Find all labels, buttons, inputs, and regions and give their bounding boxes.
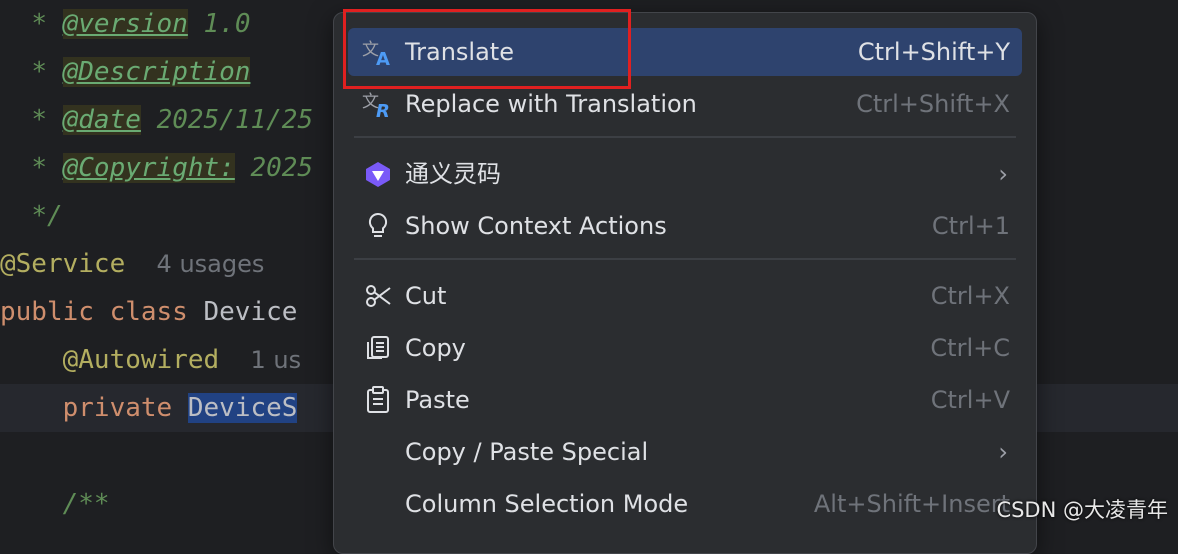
menu-shortcut: Ctrl+C xyxy=(930,334,1010,362)
selected-text: DeviceS xyxy=(187,393,298,423)
svg-text:R: R xyxy=(376,101,390,119)
menu-shortcut: Ctrl+1 xyxy=(931,212,1010,240)
code-line-comment-end: */ xyxy=(31,201,63,231)
usages-hint[interactable]: 4 usages xyxy=(157,250,265,278)
scissors-icon xyxy=(362,280,394,312)
lightbulb-icon xyxy=(362,210,394,242)
code-line-class-decl: public class Device xyxy=(0,297,298,327)
highlight-annotation-box xyxy=(343,9,631,89)
watermark: CSDN @大凌青年 xyxy=(996,498,1168,522)
menu-label: Copy / Paste Special xyxy=(405,438,649,466)
context-menu: 文A Translate Ctrl+Shift+Y 文R Replace wit… xyxy=(333,12,1037,554)
menu-shortcut: Ctrl+Shift+X xyxy=(856,90,1010,118)
menu-label: Copy xyxy=(405,334,466,362)
copy-icon xyxy=(362,332,394,364)
menu-shortcut: Ctrl+Shift+Y xyxy=(857,38,1010,66)
code-line-version: * @version 1.0 xyxy=(31,9,251,39)
code-line-javadoc: /** xyxy=(62,489,110,519)
menu-label: Column Selection Mode xyxy=(405,490,689,518)
code-line-service: @Service 4 usages xyxy=(0,249,265,279)
menu-item-show-context-actions[interactable]: Show Context Actions Ctrl+1 xyxy=(348,202,1022,250)
chevron-right-icon: › xyxy=(998,160,1008,188)
menu-item-cut[interactable]: Cut Ctrl+X xyxy=(348,272,1022,320)
menu-shortcut: Ctrl+V xyxy=(930,386,1010,414)
tongyi-lingma-icon xyxy=(362,158,394,190)
menu-shortcut: Alt+Shift+Insert xyxy=(813,490,1010,518)
paste-icon xyxy=(362,384,394,416)
menu-item-tongyi-lingma[interactable]: 通义灵码 › xyxy=(348,150,1022,198)
usages-hint[interactable]: 1 us xyxy=(250,346,301,374)
code-line-autowired: @Autowired 1 us xyxy=(62,345,302,375)
menu-item-copy[interactable]: Copy Ctrl+C xyxy=(348,324,1022,372)
menu-separator xyxy=(354,258,1016,260)
replace-translation-icon: 文R xyxy=(362,88,394,120)
menu-item-paste[interactable]: Paste Ctrl+V xyxy=(348,376,1022,424)
menu-separator xyxy=(354,136,1016,138)
menu-item-copy-paste-special[interactable]: Copy / Paste Special › xyxy=(348,428,1022,476)
menu-label: 通义灵码 xyxy=(405,160,501,188)
menu-item-column-selection-mode[interactable]: Column Selection Mode Alt+Shift+Insert xyxy=(348,480,1022,528)
code-line-description: * @Description xyxy=(31,57,251,87)
menu-label: Show Context Actions xyxy=(405,212,667,240)
menu-shortcut: Ctrl+X xyxy=(930,282,1010,310)
code-line-copyright: * @Copyright: 2025 xyxy=(31,153,314,183)
chevron-right-icon: › xyxy=(998,438,1008,466)
menu-label: Paste xyxy=(405,386,470,414)
menu-label: Cut xyxy=(405,282,447,310)
code-line-date: * @date 2025/11/25 xyxy=(31,105,314,135)
